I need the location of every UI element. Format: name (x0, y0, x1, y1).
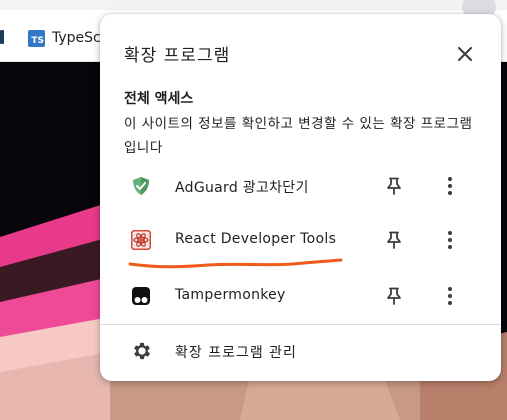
extension-name: Tampermonkey (175, 287, 286, 303)
extension-name: AdGuard 광고차단기 (175, 180, 309, 196)
manage-extensions-button[interactable]: 확장 프로그램 관리 (100, 332, 501, 372)
more-vertical-icon (448, 287, 452, 305)
more-options-button[interactable] (438, 228, 462, 252)
bookmark-typescript-label[interactable]: TypeSc (52, 30, 101, 46)
toolbar-strip (0, 0, 507, 10)
extension-name: React Developer Tools (175, 231, 337, 247)
manage-extensions-label: 확장 프로그램 관리 (175, 345, 297, 361)
pin-icon (387, 231, 401, 249)
pin-button[interactable] (382, 228, 406, 252)
section-description: 이 사이트의 정보를 확인하고 변경할 수 있는 확장 프로그램입니다 (124, 116, 473, 156)
annotation-underline (128, 258, 343, 269)
bookmark-partial-icon[interactable] (0, 30, 4, 44)
section-title-full-access: 전체 액세스 (124, 91, 194, 107)
more-vertical-icon (448, 177, 452, 195)
more-vertical-icon (448, 231, 452, 249)
pin-icon (387, 287, 401, 305)
gear-icon (134, 342, 150, 360)
extensions-popup: 확장 프로그램 전체 액세스 이 사이트의 정보를 확인하고 변경할 수 있는 … (100, 14, 501, 381)
adguard-shield-icon (133, 177, 149, 195)
more-options-button[interactable] (438, 174, 462, 198)
extension-row-tampermonkey[interactable]: Tampermonkey (100, 268, 501, 324)
divider (100, 324, 501, 325)
typescript-icon[interactable]: TS (28, 30, 45, 47)
react-atom-icon (131, 230, 151, 250)
extension-row-adguard[interactable]: AdGuard 광고차단기 (100, 158, 501, 214)
more-options-button[interactable] (438, 284, 462, 308)
close-icon (458, 47, 472, 61)
pin-button[interactable] (382, 174, 406, 198)
tampermonkey-icon (132, 287, 150, 305)
pin-icon (387, 177, 401, 195)
close-button[interactable] (452, 41, 478, 67)
popup-title: 확장 프로그램 (124, 46, 231, 66)
pin-button[interactable] (382, 284, 406, 308)
